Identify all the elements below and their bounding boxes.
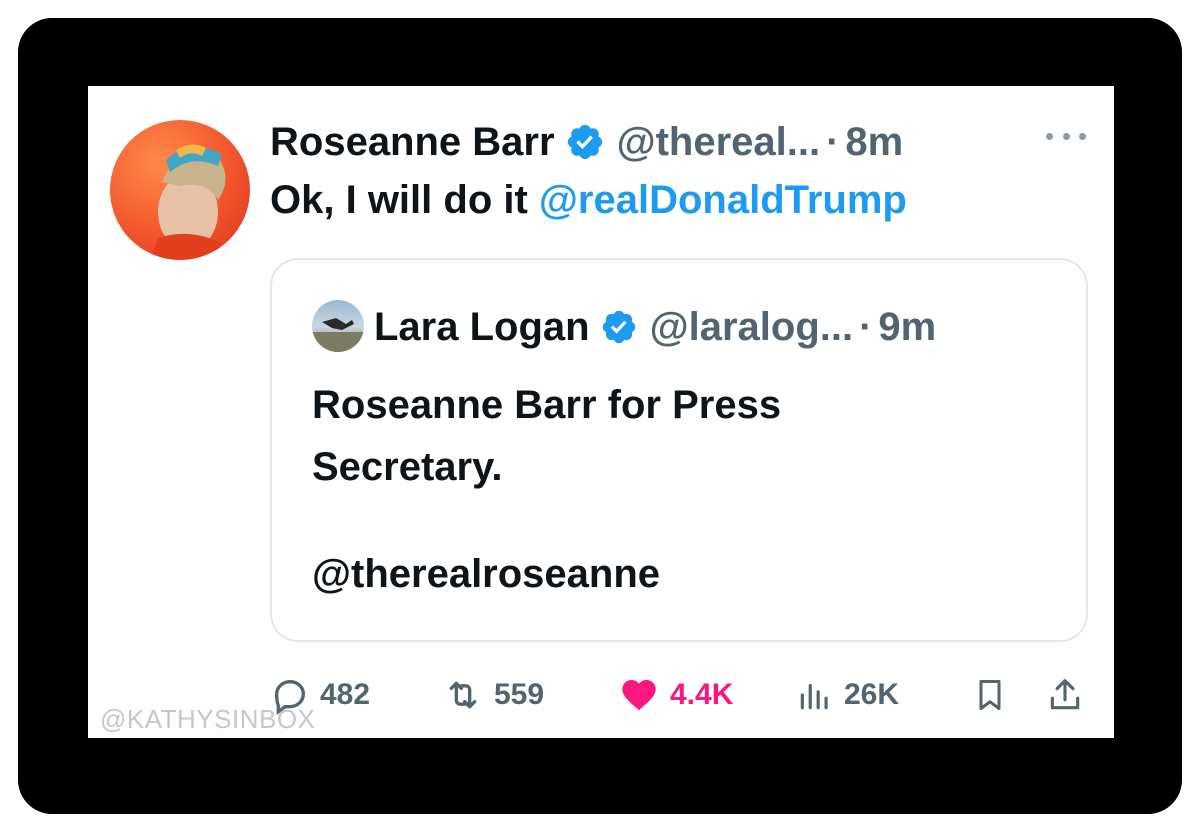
tweet-mention[interactable]: @realDonaldTrump — [539, 178, 907, 222]
tweet-header: Roseanne Barr @thereal... · 8m — [270, 116, 903, 168]
quoted-tweet-text: Roseanne Barr for Press Secretary. — [312, 383, 782, 489]
reply-count: 482 — [320, 678, 371, 711]
author-avatar[interactable] — [110, 120, 250, 260]
like-button[interactable]: 4.4K — [618, 670, 733, 720]
quoted-tweet-time[interactable]: 9m — [878, 305, 936, 350]
more-icon[interactable] — [1046, 126, 1086, 146]
tweet-time[interactable]: 8m — [845, 120, 903, 165]
share-button[interactable] — [1046, 670, 1084, 720]
repost-icon — [449, 681, 477, 709]
share-icon — [1050, 679, 1080, 710]
views-icon — [800, 683, 828, 710]
tweet-text-prefix: Ok, I will do it — [270, 178, 539, 222]
quoted-tweet-mention[interactable]: @therealroseanne — [312, 552, 660, 597]
quoted-tweet-header: Lara Logan @laralog... · 9m — [374, 300, 936, 354]
bookmark-button[interactable] — [972, 670, 1008, 720]
quoted-author-handle[interactable]: @laralog... — [650, 305, 854, 350]
quoted-author-avatar[interactable] — [312, 300, 364, 352]
separator-dot: · — [859, 304, 873, 349]
tweet-card: Roseanne Barr @thereal... · 8m Ok, I wil… — [88, 86, 1114, 738]
tweet-actions: 482 559 4.4K 26K — [270, 670, 1090, 720]
repost-button[interactable]: 559 — [442, 670, 544, 720]
views-button[interactable]: 26K — [796, 670, 899, 720]
like-count: 4.4K — [670, 678, 734, 711]
watermark: @KATHYSINBOX — [100, 704, 316, 734]
tweet-text: Ok, I will do it @realDonaldTrump — [270, 178, 907, 223]
quoted-author-name[interactable]: Lara Logan — [374, 305, 590, 350]
author-name[interactable]: Roseanne Barr — [270, 120, 555, 165]
author-handle[interactable]: @thereal... — [617, 120, 821, 165]
separator-dot: · — [826, 119, 840, 164]
verified-badge-icon — [602, 310, 635, 344]
like-icon — [622, 680, 656, 711]
repost-count: 559 — [494, 678, 545, 711]
views-count: 26K — [844, 678, 900, 711]
bookmark-icon — [979, 680, 1001, 710]
quoted-tweet[interactable]: Lara Logan @laralog... · 9m Roseanne Bar… — [270, 258, 1088, 642]
verified-badge-icon — [567, 124, 602, 160]
